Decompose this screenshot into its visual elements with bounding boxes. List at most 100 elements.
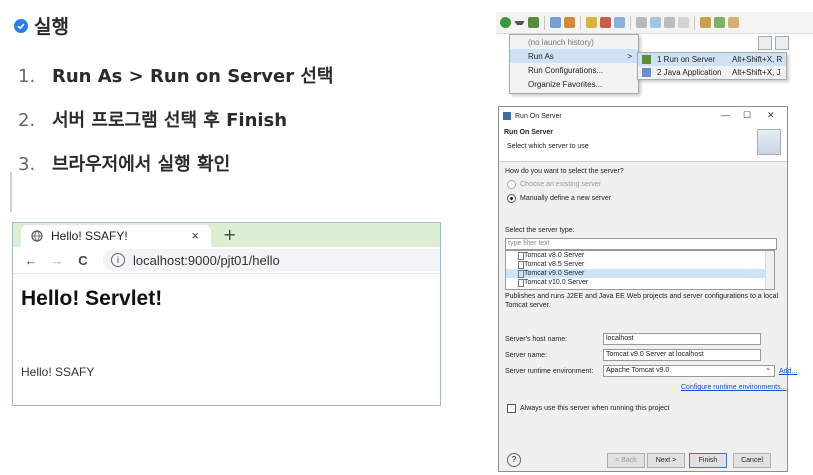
nav-back-icon[interactable] — [700, 17, 711, 28]
toolbar-separator — [630, 15, 631, 30]
submenu-label: 2 Java Application — [657, 68, 722, 77]
always-use-checkbox[interactable] — [507, 404, 516, 413]
window-icon — [503, 112, 511, 120]
back-arrow-icon[interactable]: ← — [23, 253, 39, 268]
page-heading: Hello! Servlet! — [21, 287, 163, 310]
menu-item-label: Organize Favorites... — [528, 79, 603, 89]
minimize-icon[interactable]: — — [721, 110, 730, 120]
run-dropdown-menu: (no launch history) Run As > Run Configu… — [509, 34, 639, 94]
perspective-icon[interactable] — [758, 36, 772, 50]
server-type-label: Select the server type: — [505, 227, 575, 234]
list-item-label: Tomcat v8.5 Server — [524, 261, 585, 268]
dialog-header-subtitle: Select which server to use — [507, 143, 589, 150]
divider — [10, 172, 12, 212]
forward-arrow-icon[interactable]: → — [49, 253, 65, 268]
url-text: localhost:9000/pjt01/hello — [133, 252, 280, 268]
dialog-window-title: Run On Server — [515, 112, 562, 120]
runtime-label: Server runtime environment: — [505, 367, 594, 375]
menu-item-no-history: (no launch history) — [510, 35, 638, 49]
menu-item-run-as[interactable]: Run As > — [510, 49, 638, 63]
add-runtime-link[interactable]: Add... — [779, 368, 797, 375]
step-number: 2. — [18, 110, 36, 131]
info-icon[interactable]: i — [111, 253, 125, 267]
run-as-submenu: 1 Run on Server Alt+Shift+X, R 2 Java Ap… — [637, 52, 787, 80]
server-type-list: Tomcat v8.0 Server Tomcat v8.5 Server To… — [505, 250, 775, 290]
eclipse-toolbar — [496, 12, 813, 34]
filter-input[interactable]: type filter text — [505, 238, 777, 250]
toolbar-separator — [544, 15, 545, 30]
chevron-down-icon[interactable] — [514, 20, 525, 25]
annotation-icon[interactable] — [650, 17, 661, 28]
step-text: 서버 프로그램 선택 후 Finish — [52, 110, 288, 131]
dialog-header: Run On Server Select which server to use — [499, 125, 787, 162]
step-text: Run As > Run on Server 선택 — [52, 66, 334, 87]
server-icon — [518, 278, 524, 287]
cancel-button[interactable]: Cancel — [733, 453, 771, 468]
submenu-shortcut: Alt+Shift+X, J — [732, 68, 781, 77]
check-circle-icon — [14, 18, 28, 33]
menu-item-label: (no launch history) — [528, 37, 594, 47]
radio-button[interactable] — [507, 180, 516, 189]
dialog-header-title: Run On Server — [504, 129, 554, 136]
radio-choose-existing[interactable]: Choose an existing server — [507, 180, 601, 189]
menu-item-label: Run As — [528, 51, 554, 61]
chevron-right-icon: > — [627, 51, 632, 61]
server-name-field[interactable]: Tomcat v9.0 Server at localhost — [603, 349, 761, 361]
server-type-description: Publishes and runs J2EE and Java EE Web … — [505, 293, 779, 309]
selection-question: How do you want to select the server? — [505, 168, 624, 175]
nav-next-icon[interactable] — [728, 17, 739, 28]
list-item[interactable]: Tomcat v8.5 Server — [506, 260, 774, 269]
reload-icon[interactable]: C — [75, 253, 91, 268]
pin-icon[interactable] — [636, 17, 647, 28]
url-field[interactable]: i localhost:9000/pjt01/hello — [103, 249, 440, 271]
run-icon[interactable] — [500, 17, 511, 28]
close-icon[interactable]: ✕ — [767, 110, 775, 121]
class-icon[interactable] — [564, 17, 575, 28]
menu-item-run-configurations[interactable]: Run Configurations... — [510, 63, 638, 77]
edit-icon[interactable] — [614, 17, 625, 28]
always-use-row: Always use this server when running this… — [507, 404, 669, 413]
browser-tab[interactable]: Hello! SSAFY! × — [21, 225, 211, 247]
runtime-select[interactable]: Apache Tomcat v9.0 — [603, 364, 775, 377]
configure-runtime-link[interactable]: Configure runtime environments... — [681, 384, 786, 391]
address-bar: ← → C i localhost:9000/pjt01/hello — [13, 247, 440, 274]
help-icon[interactable]: ? — [507, 453, 521, 467]
nav-forward-icon[interactable] — [714, 17, 725, 28]
server-icon — [518, 260, 524, 269]
submenu-shortcut: Alt+Shift+X, R — [732, 55, 783, 64]
perspective-icons — [758, 36, 789, 50]
submenu-item-run-on-server[interactable]: 1 Run on Server Alt+Shift+X, R — [638, 53, 786, 66]
server-icon — [642, 55, 651, 64]
dialog-title-bar: Run On Server — ☐ ✕ — [499, 107, 787, 125]
back-button[interactable]: < Back — [607, 453, 645, 468]
tab-close-icon[interactable]: × — [191, 228, 199, 243]
step-number: 3. — [18, 154, 36, 175]
list-icon[interactable] — [664, 17, 675, 28]
radio-manually-define[interactable]: Manually define a new server — [507, 194, 611, 203]
list-item[interactable]: Tomcat v8.0 Server — [506, 251, 774, 260]
outline-icon[interactable] — [678, 17, 689, 28]
search-icon[interactable] — [600, 17, 611, 28]
submenu-label: 1 Run on Server — [657, 55, 716, 64]
host-name-field[interactable]: localhost — [603, 333, 761, 345]
list-item-label: Tomcat v9.0 Server — [524, 270, 585, 277]
toolbar-separator — [694, 15, 695, 30]
list-scrollbar[interactable] — [765, 251, 774, 289]
radio-label: Manually define a new server — [520, 195, 612, 202]
next-button[interactable]: Next > — [647, 453, 685, 468]
perspective-icon[interactable] — [775, 36, 789, 50]
step-list: 1. Run As > Run on Server 선택 2. 서버 프로그램 … — [18, 62, 333, 194]
maximize-icon[interactable]: ☐ — [743, 110, 751, 121]
server-icon — [518, 269, 524, 278]
always-use-label: Always use this server when running this… — [520, 405, 670, 412]
folder-icon[interactable] — [586, 17, 597, 28]
new-tab-button[interactable]: + — [223, 225, 236, 244]
package-icon[interactable] — [550, 17, 561, 28]
list-item[interactable]: Tomcat v10.0 Server — [506, 278, 774, 287]
menu-item-organize-favorites[interactable]: Organize Favorites... — [510, 77, 638, 91]
radio-button[interactable] — [507, 194, 516, 203]
finish-button[interactable]: Finish — [689, 453, 727, 468]
list-item[interactable]: Tomcat v9.0 Server — [506, 269, 774, 278]
submenu-item-java-application[interactable]: 2 Java Application Alt+Shift+X, J — [638, 66, 786, 79]
server-icon[interactable] — [528, 17, 539, 28]
